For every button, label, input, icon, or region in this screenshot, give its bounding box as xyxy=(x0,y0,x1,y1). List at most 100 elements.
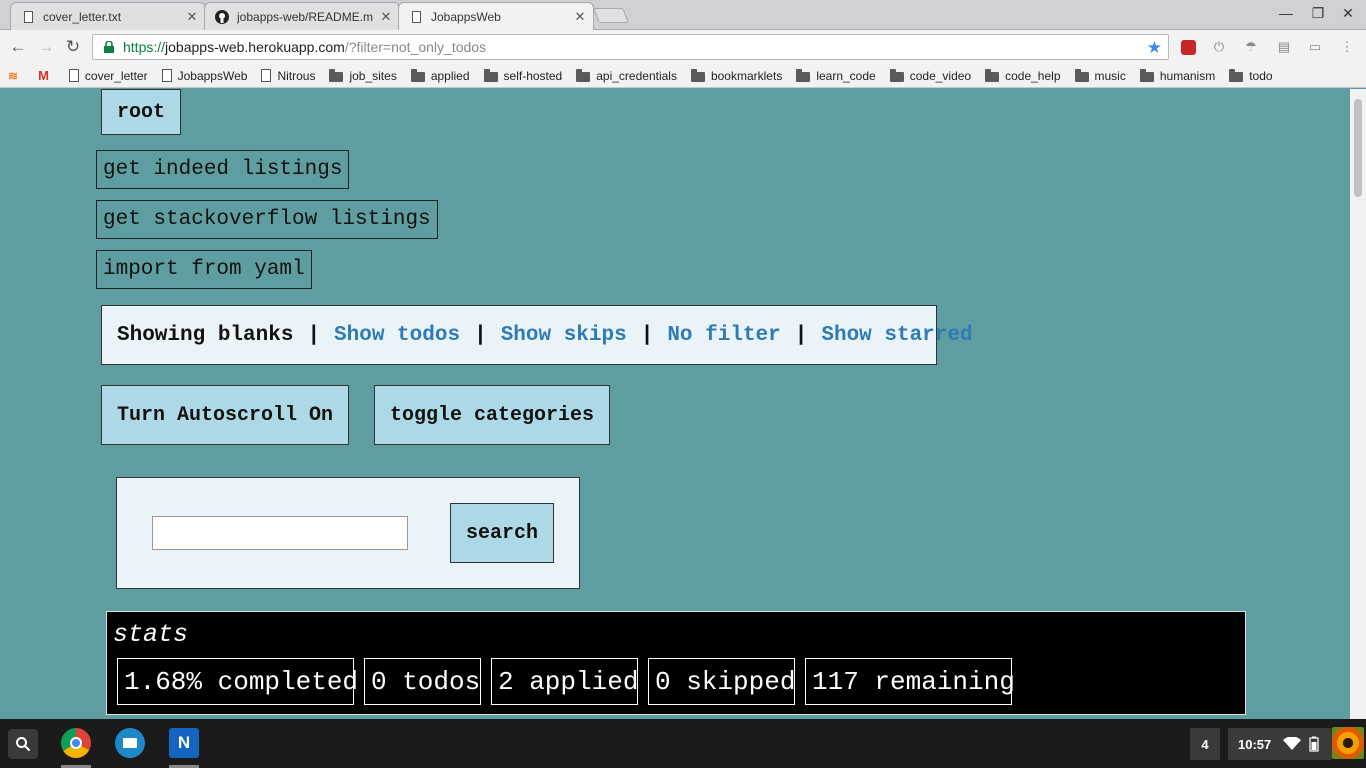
launcher-search-icon[interactable] xyxy=(8,729,38,759)
get-stackoverflow-listings-button[interactable]: get stackoverflow listings xyxy=(96,200,438,239)
bookmark-label: api_credentials xyxy=(596,68,677,83)
gmail-icon: M xyxy=(38,68,49,83)
toggle-categories-button[interactable]: toggle categories xyxy=(374,385,610,445)
show-skips-link[interactable]: Show skips xyxy=(501,324,627,347)
bookmark-stackoverflow[interactable]: ≋ xyxy=(8,69,24,83)
separator: | xyxy=(640,323,654,347)
github-icon xyxy=(215,9,229,24)
bookmark-folder[interactable]: self-hosted xyxy=(483,68,562,83)
folder-icon xyxy=(889,68,904,82)
user-avatar[interactable] xyxy=(1332,727,1364,759)
bookmark-folder[interactable]: humanism xyxy=(1139,68,1216,83)
page-icon xyxy=(21,10,35,24)
tab-title: cover_letter.txt xyxy=(43,9,122,24)
folder-icon xyxy=(1139,68,1154,82)
bookmark-folder[interactable]: applied xyxy=(410,68,470,83)
restore-icon[interactable]: ❐ xyxy=(1306,5,1330,22)
autoscroll-button[interactable]: Turn Autoscroll On xyxy=(101,385,349,445)
search-form: search xyxy=(116,477,580,589)
bookmark-folder[interactable]: code_help xyxy=(985,68,1061,83)
close-icon[interactable]: ✕ xyxy=(573,9,587,25)
power-icon[interactable]: ⏻ xyxy=(1210,38,1228,56)
stat-completed: 1.68% completed xyxy=(117,658,358,705)
reload-icon[interactable]: ↻ xyxy=(62,36,84,58)
tab-jobappsweb[interactable]: JobappsWeb ✕ xyxy=(398,2,594,31)
stat-skipped: 0 skipped xyxy=(648,658,795,705)
tab-title: JobappsWeb xyxy=(431,10,501,24)
url-scheme: https:// xyxy=(123,39,166,55)
extension-dss-icon[interactable]: ▤ xyxy=(1275,38,1293,56)
page-icon xyxy=(409,10,423,24)
stat-remaining: 117 remaining xyxy=(805,658,1015,705)
files-icon[interactable] xyxy=(115,728,145,758)
close-icon[interactable]: ✕ xyxy=(379,9,393,25)
no-filter-link[interactable]: No filter xyxy=(667,324,780,347)
close-icon[interactable]: ✕ xyxy=(185,9,199,25)
tab-cover-letter[interactable]: cover_letter.txt ✕ xyxy=(10,2,206,30)
show-starred-link[interactable]: Show starred xyxy=(821,324,972,347)
bookmark-folder[interactable]: music xyxy=(1074,68,1126,83)
minimize-icon[interactable]: — xyxy=(1274,5,1298,21)
bookmark-folder[interactable]: code_video xyxy=(889,68,971,83)
separator: | xyxy=(474,323,487,347)
bookmark-label: cover_letter xyxy=(84,68,148,83)
nitrous-app-icon[interactable]: N xyxy=(169,728,199,758)
scrollbar-thumb[interactable] xyxy=(1354,99,1362,197)
folder-icon xyxy=(1229,68,1244,82)
bookmark-item[interactable]: Nitrous xyxy=(261,69,315,83)
url-host: jobapps-web.herokuapp.com xyxy=(165,39,345,55)
menu-icon[interactable]: ⋮ xyxy=(1338,38,1356,56)
status-tray[interactable]: 10:57 xyxy=(1228,728,1332,760)
bookmark-item[interactable]: JobappsWeb xyxy=(161,69,247,83)
bookmark-label: humanism xyxy=(1159,68,1216,83)
bookmark-folder[interactable]: job_sites xyxy=(329,68,397,83)
current-filter-label: Showing blanks xyxy=(117,323,294,347)
stats-panel: stats 1.68% completed 0 todos 2 applied … xyxy=(106,611,1246,715)
import-from-yaml-button[interactable]: import from yaml xyxy=(96,250,312,289)
page-icon xyxy=(68,69,79,82)
bookmark-label: job_sites xyxy=(349,68,397,83)
page-icon xyxy=(161,69,172,82)
show-todos-link[interactable]: Show todos xyxy=(334,324,460,347)
bookmark-folder[interactable]: api_credentials xyxy=(576,68,677,83)
bookmarks-bar: ≋ M cover_letter JobappsWeb Nitrous job_… xyxy=(0,64,1366,88)
extension-red-icon[interactable] xyxy=(1179,38,1197,56)
browser-toolbar: ← → ↻ https:// jobapps-web.herokuapp.com… xyxy=(0,30,1366,64)
folder-icon xyxy=(576,68,591,82)
back-icon[interactable]: ← xyxy=(7,36,29,58)
search-input[interactable] xyxy=(152,516,408,550)
folder-icon xyxy=(483,68,498,82)
bookmark-folder[interactable]: bookmarklets xyxy=(690,68,783,83)
bookmark-gmail[interactable]: M xyxy=(38,68,55,83)
forward-icon[interactable]: → xyxy=(35,36,57,58)
bookmark-star-icon[interactable]: ★ xyxy=(1147,38,1162,58)
root-button[interactable]: root xyxy=(101,89,181,135)
tab-strip: cover_letter.txt ✕ jobapps-web/README.m … xyxy=(0,0,1366,31)
page-icon xyxy=(261,69,272,82)
bookmark-label: bookmarklets xyxy=(710,68,783,83)
page-scrollbar[interactable] xyxy=(1350,89,1366,719)
tab-readme[interactable]: jobapps-web/README.m ✕ xyxy=(204,2,400,30)
bookmark-item[interactable]: cover_letter xyxy=(68,68,148,83)
bookmark-folder[interactable]: todo xyxy=(1229,68,1273,83)
extension-hat-icon[interactable]: ☂ xyxy=(1242,38,1260,56)
bookmark-label: Nitrous xyxy=(277,68,316,83)
bookmark-label: learn_code xyxy=(816,68,876,83)
close-window-icon[interactable]: ✕ xyxy=(1336,5,1360,22)
bookmark-folder[interactable]: learn_code xyxy=(796,68,876,83)
chrome-icon[interactable] xyxy=(61,728,91,758)
separator: | xyxy=(794,323,808,347)
folder-icon xyxy=(796,68,811,82)
extension-screen-icon[interactable]: ▭ xyxy=(1306,38,1324,56)
bookmark-label: todo xyxy=(1249,68,1273,83)
folder-icon xyxy=(329,68,344,82)
folder-icon xyxy=(690,68,705,82)
stat-todos: 0 todos xyxy=(364,658,481,705)
get-indeed-listings-button[interactable]: get indeed listings xyxy=(96,150,350,189)
notifications-badge[interactable]: 4 xyxy=(1190,728,1220,760)
page-content: root get indeed listings get stackoverfl… xyxy=(0,89,1350,719)
new-tab-button[interactable] xyxy=(593,8,629,23)
address-bar[interactable]: https:// jobapps-web.herokuapp.com /?fil… xyxy=(92,34,1169,60)
search-button[interactable]: search xyxy=(450,503,554,563)
clock: 10:57 xyxy=(1238,736,1272,752)
